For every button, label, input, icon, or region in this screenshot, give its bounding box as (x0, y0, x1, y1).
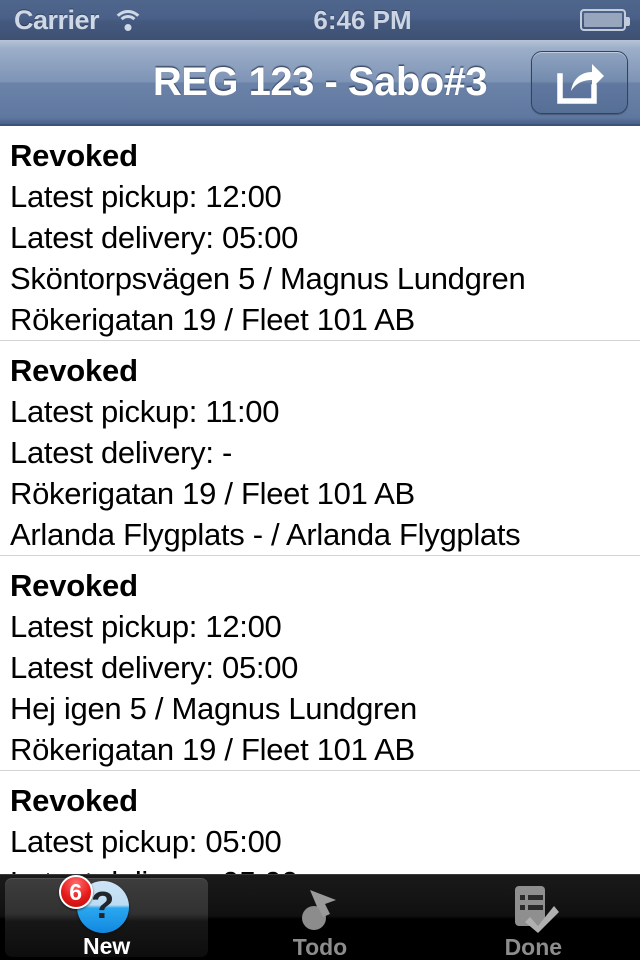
row-status: Revoked (10, 353, 138, 388)
tab-todo-label: Todo (292, 934, 348, 960)
row-status: Revoked (10, 568, 138, 603)
battery-icon (580, 9, 630, 31)
table-row[interactable]: Revoked Latest pickup: 12:00 Latest deli… (0, 556, 640, 771)
row-latest-delivery: Latest delivery: 05:00 (10, 650, 299, 685)
tab-done[interactable]: Done (427, 875, 640, 960)
status-badge: 6 (58, 875, 93, 909)
row-latest-delivery: Latest delivery: 05:00 (10, 220, 299, 255)
tab-done-icon-wrap (503, 881, 563, 933)
row-from-address: Rökerigatan 19 / Fleet 101 AB (10, 476, 415, 511)
share-button[interactable] (531, 51, 628, 114)
map-pin-cursor-icon (301, 890, 336, 930)
app-screen: Carrier 6:46 PM REG 123 - Sabo#3 Revoked… (0, 0, 640, 960)
row-to-address: Arlanda Flygplats - / Arlanda Flygplats (10, 517, 521, 552)
status-bar-right (580, 9, 630, 31)
table-row[interactable]: Revoked Latest pickup: 05:00 Latest deli… (0, 771, 640, 874)
status-bar-clock: 6:46 PM (313, 4, 412, 35)
status-bar: Carrier 6:46 PM (0, 0, 640, 40)
tab-todo[interactable]: Todo (213, 875, 426, 960)
tab-new[interactable]: ? 6 New (0, 875, 213, 960)
tab-todo-icon-wrap (290, 881, 350, 933)
tab-done-label: Done (504, 934, 563, 960)
tab-new-label: New (83, 933, 131, 959)
row-status: Revoked (10, 138, 138, 173)
tab-bar: ? 6 New Todo Done (0, 874, 640, 960)
row-latest-delivery: Latest delivery: 05:00 (10, 862, 630, 874)
tab-new-icon-wrap: ? 6 (58, 875, 137, 933)
row-latest-pickup: Latest pickup: 11:00 (10, 394, 280, 429)
checklist-check-icon (515, 886, 560, 933)
order-list[interactable]: Revoked Latest pickup: 12:00 Latest deli… (0, 126, 640, 874)
wifi-icon (111, 8, 145, 32)
row-to-address: Rökerigatan 19 / Fleet 101 AB (10, 732, 415, 767)
status-bar-left: Carrier (14, 5, 145, 36)
row-to-address: Rökerigatan 19 / Fleet 101 AB (10, 302, 415, 337)
row-latest-pickup: Latest pickup: 05:00 (10, 824, 282, 859)
row-latest-pickup: Latest pickup: 12:00 (10, 179, 282, 214)
carrier-label: Carrier (14, 4, 100, 35)
row-latest-pickup: Latest pickup: 12:00 (10, 609, 282, 644)
row-from-address: Hej igen 5 / Magnus Lundgren (10, 691, 417, 726)
row-status: Revoked (10, 783, 138, 818)
table-row[interactable]: Revoked Latest pickup: 11:00 Latest deli… (0, 341, 640, 556)
share-export-icon (556, 63, 604, 104)
table-row[interactable]: Revoked Latest pickup: 12:00 Latest deli… (0, 126, 640, 341)
row-from-address: Sköntorpsvägen 5 / Magnus Lundgren (10, 261, 526, 296)
navigation-bar: REG 123 - Sabo#3 (0, 40, 640, 126)
row-latest-delivery: Latest delivery: - (10, 435, 233, 470)
